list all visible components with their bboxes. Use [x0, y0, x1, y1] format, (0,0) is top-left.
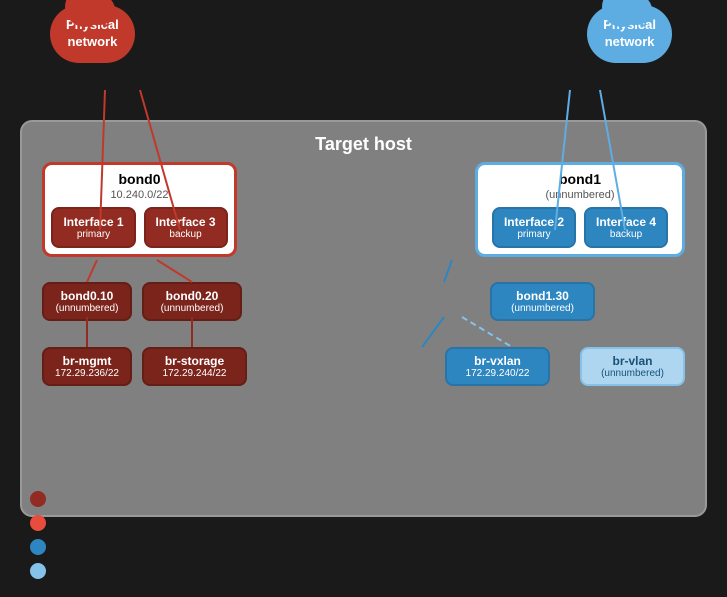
bond0-name: bond0 [51, 171, 228, 187]
cloud-right: Physicalnetwork [587, 5, 672, 63]
interface1-sub: primary [63, 229, 123, 240]
br-mgmt-sub: 172.29.236/22 [54, 368, 120, 379]
cloud-right-label: Physicalnetwork [587, 5, 672, 63]
legend-dot-dark-red [30, 491, 46, 507]
br-vlan-box: br-vlan (unnumbered) [580, 347, 685, 386]
bond130-name: bond1.30 [516, 289, 569, 303]
interface4-btn: Interface 4 backup [584, 207, 668, 248]
bond010-sub: (unnumbered) [54, 303, 120, 314]
bond010-box: bond0.10 (unnumbered) [42, 282, 132, 321]
bond130-box: bond1.30 (unnumbered) [490, 282, 595, 321]
interface2-sub: primary [504, 229, 564, 240]
br-vxlan-sub: 172.29.240/22 [457, 368, 538, 379]
interface3-sub: backup [156, 229, 216, 240]
legend-item-2 [30, 515, 46, 531]
bond1-name: bond1 [484, 171, 676, 187]
bond1-subtitle: (unnumbered) [484, 189, 676, 201]
bond130-sub: (unnumbered) [502, 303, 583, 314]
interface2-btn: Interface 2 primary [492, 207, 576, 248]
interface2-label: Interface 2 [504, 215, 564, 229]
br-mgmt-name: br-mgmt [63, 354, 112, 368]
bond0-subtitle: 10.240.0/22 [51, 189, 228, 201]
bond020-name: bond0.20 [166, 289, 219, 303]
br-vxlan-name: br-vxlan [474, 354, 521, 368]
br-storage-box: br-storage 172.29.244/22 [142, 347, 247, 386]
legend-dot-blue [30, 539, 46, 555]
br-vlan-sub: (unnumbered) [592, 368, 673, 379]
legend [30, 491, 46, 587]
interface1-label: Interface 1 [63, 215, 123, 229]
interface3-btn: Interface 3 backup [144, 207, 228, 248]
legend-item-1 [30, 491, 46, 507]
target-host-title: Target host [315, 134, 412, 155]
legend-item-4 [30, 563, 46, 579]
br-storage-name: br-storage [165, 354, 224, 368]
interface1-btn: Interface 1 primary [51, 207, 135, 248]
bond0-box: bond0 10.240.0/22 Interface 1 primary In… [42, 162, 237, 257]
target-host-container: Target host bond0 10.240.0/22 Interface … [20, 120, 707, 517]
bond020-sub: (unnumbered) [154, 303, 230, 314]
br-vlan-name: br-vlan [612, 354, 652, 368]
legend-dot-light-blue [30, 563, 46, 579]
br-mgmt-box: br-mgmt 172.29.236/22 [42, 347, 132, 386]
interface4-sub: backup [596, 229, 656, 240]
bond020-box: bond0.20 (unnumbered) [142, 282, 242, 321]
br-vxlan-box: br-vxlan 172.29.240/22 [445, 347, 550, 386]
interface4-label: Interface 4 [596, 215, 656, 229]
bond1-box: bond1 (unnumbered) Interface 2 primary I… [475, 162, 685, 257]
legend-item-3 [30, 539, 46, 555]
legend-dot-red [30, 515, 46, 531]
cloud-left: Physicalnetwork [50, 5, 135, 63]
interface3-label: Interface 3 [156, 215, 216, 229]
bond010-name: bond0.10 [61, 289, 114, 303]
br-storage-sub: 172.29.244/22 [154, 368, 235, 379]
cloud-left-label: Physicalnetwork [50, 5, 135, 63]
